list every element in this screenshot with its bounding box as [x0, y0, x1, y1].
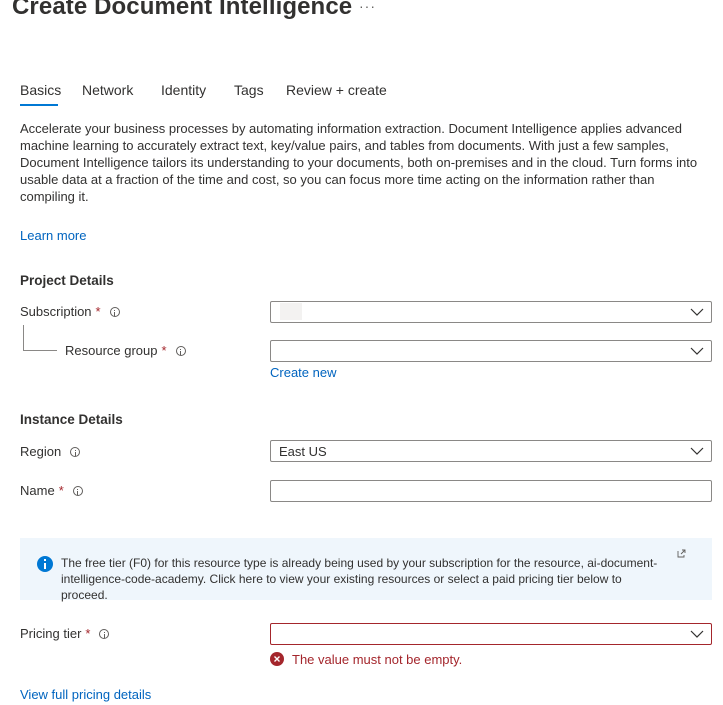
tab-tags[interactable]: Tags: [234, 82, 264, 98]
free-tier-info-banner[interactable]: The free tier (F0) for this resource typ…: [20, 538, 712, 602]
info-icon[interactable]: [72, 485, 83, 496]
info-icon[interactable]: [99, 628, 110, 639]
name-input[interactable]: [270, 480, 712, 502]
chevron-down-icon: [690, 447, 704, 455]
more-options-button[interactable]: ···: [359, 0, 376, 14]
subscription-label-text: Subscription: [20, 304, 92, 319]
subscription-select[interactable]: [270, 301, 712, 323]
learn-more-link[interactable]: Learn more: [20, 228, 86, 243]
info-banner-text: The free tier (F0) for this resource typ…: [61, 556, 658, 602]
tab-identity[interactable]: Identity: [161, 82, 206, 98]
chevron-down-icon: [690, 308, 704, 316]
info-filled-icon: [37, 556, 53, 572]
region-label-text: Region: [20, 444, 62, 459]
required-marker: *: [85, 626, 91, 641]
pricing-tier-label: Pricing tier *: [20, 626, 110, 641]
region-label: Region: [20, 444, 81, 459]
pricing-tier-label-text: Pricing tier: [20, 626, 82, 641]
resource-group-select[interactable]: [270, 340, 712, 362]
required-marker: *: [161, 343, 167, 358]
instance-details-heading: Instance Details: [20, 412, 123, 427]
region-value: East US: [279, 443, 327, 459]
required-marker: *: [58, 483, 64, 498]
name-label-text: Name: [20, 483, 55, 498]
tab-review-create[interactable]: Review + create: [286, 82, 387, 98]
info-icon[interactable]: [175, 345, 186, 356]
info-icon[interactable]: [70, 446, 81, 457]
page-title: Create Document Intelligence: [12, 0, 353, 20]
resource-group-label: Resource group *: [65, 343, 186, 358]
tree-connector: [23, 325, 24, 351]
description-text: Accelerate your business processes by au…: [20, 121, 698, 204]
redacted-subscription-value: [280, 303, 302, 320]
pricing-tier-error-message: The value must not be empty.: [292, 652, 463, 667]
region-select[interactable]: East US: [270, 440, 712, 462]
required-marker: *: [95, 304, 101, 319]
chevron-down-icon: [690, 630, 704, 638]
chevron-down-icon: [690, 347, 704, 355]
subscription-label: Subscription *: [20, 304, 120, 319]
tab-basics[interactable]: Basics: [20, 82, 61, 98]
view-pricing-details-link[interactable]: View full pricing details: [20, 687, 151, 702]
pricing-tier-select[interactable]: [270, 623, 712, 645]
info-icon[interactable]: [109, 306, 120, 317]
error-icon: [270, 652, 284, 666]
name-label: Name *: [20, 483, 83, 498]
resource-group-label-text: Resource group: [65, 343, 158, 358]
tab-network[interactable]: Network: [82, 82, 133, 98]
external-link-icon[interactable]: [677, 549, 686, 558]
tree-connector-branch: [23, 350, 57, 351]
create-new-link[interactable]: Create new: [270, 365, 336, 380]
project-details-heading: Project Details: [20, 273, 114, 288]
active-tab-indicator: [20, 104, 58, 106]
